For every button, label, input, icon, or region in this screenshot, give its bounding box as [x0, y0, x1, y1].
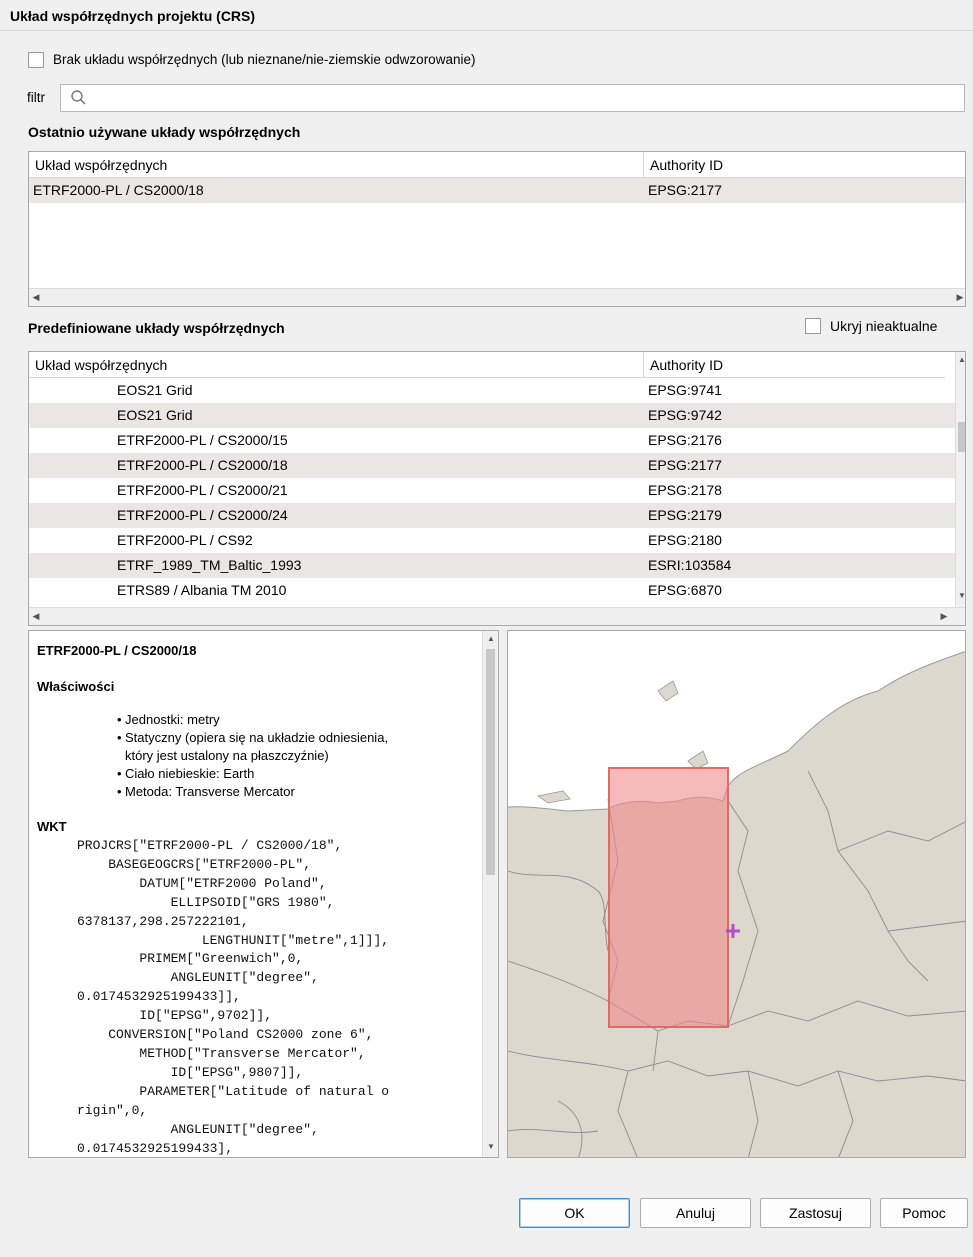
table-row[interactable]: ETRF2000-PL / CS92 EPSG:2180	[29, 528, 955, 553]
table-row[interactable]: ETRF2000-PL / CS2000/18 EPSG:2177	[29, 453, 955, 478]
predefined-crs-table: Układ współrzędnych Authority ID EOS21 G…	[28, 351, 966, 626]
crs-info-panel: ETRF2000-PL / CS2000/18 Właściwości Jedn…	[28, 630, 499, 1158]
dialog-title: Układ współrzędnych projektu (CRS)	[10, 8, 256, 24]
property-item: Statyczny (opiera się na układzie odnies…	[117, 729, 388, 765]
horizontal-scrollbar[interactable]: ◀ ▶	[29, 607, 965, 625]
crs-name: ETRF2000-PL / CS2000/21	[117, 482, 288, 498]
crs-name: ETRF2000-PL / CS92	[117, 532, 253, 548]
property-item: Metoda: Transverse Mercator	[117, 783, 388, 801]
scroll-right-icon[interactable]: ▶	[953, 289, 965, 305]
crs-name: ETRS89 / Albania TM 2010	[117, 582, 287, 598]
search-icon	[71, 90, 86, 105]
authority-id: EPSG:9741	[648, 382, 722, 398]
authority-id: EPSG:2176	[648, 432, 722, 448]
help-button[interactable]: Pomoc	[880, 1198, 968, 1228]
scroll-left-icon[interactable]: ◀	[29, 608, 43, 624]
horizontal-scrollbar[interactable]: ◀ ▶	[29, 288, 965, 306]
filter-label: filtr	[27, 90, 45, 105]
selected-crs-title: ETRF2000-PL / CS2000/18	[37, 643, 197, 658]
table-row[interactable]: EOS21 Grid EPSG:9742	[29, 403, 955, 428]
table-header: Układ współrzędnych Authority ID	[29, 152, 965, 178]
table-row[interactable]: EOS21 Grid EPSG:9741	[29, 378, 955, 403]
properties-heading: Właściwości	[37, 679, 115, 694]
scroll-thumb[interactable]	[958, 422, 965, 452]
vertical-scrollbar[interactable]: ▲ ▼	[482, 631, 498, 1157]
table-row[interactable]: ETRS89 / Albania TM 2010 EPSG:6870	[29, 578, 955, 603]
property-item: Jednostki: metry	[117, 711, 388, 729]
ok-button[interactable]: OK	[519, 1198, 630, 1228]
column-header-authority-id[interactable]: Authority ID	[643, 152, 965, 178]
recent-crs-table: Układ współrzędnych Authority ID ETRF200…	[28, 151, 966, 307]
property-item: Ciało niebieskie: Earth	[117, 765, 388, 783]
authority-id: EPSG:9742	[648, 407, 722, 423]
hide-deprecated-checkbox[interactable]	[805, 318, 821, 334]
crs-name: EOS21 Grid	[117, 382, 193, 398]
map-canvas	[508, 631, 965, 1157]
crs-name: EOS21 Grid	[117, 407, 193, 423]
scroll-up-icon[interactable]: ▲	[955, 352, 965, 368]
column-header-crs[interactable]: Układ współrzędnych	[29, 152, 643, 178]
no-crs-checkbox[interactable]	[28, 52, 44, 68]
predefined-crs-heading: Predefiniowane układy współrzędnych	[28, 320, 285, 336]
authority-id: ESRI:103584	[648, 557, 732, 573]
crs-name: ETRF2000-PL / CS2000/18	[117, 457, 288, 473]
scroll-down-icon[interactable]: ▼	[484, 1139, 498, 1155]
scroll-down-icon[interactable]: ▼	[955, 588, 965, 604]
authority-id: EPSG:6870	[648, 582, 722, 598]
crs-name: ETRF2000-PL / CS2000/18	[33, 182, 204, 198]
authority-id: EPSG:2179	[648, 507, 722, 523]
crs-name: ETRF2000-PL / CS2000/15	[117, 432, 288, 448]
wkt-text: PROJCRS["ETRF2000-PL / CS2000/18", BASEG…	[77, 838, 390, 1156]
authority-id: EPSG:2177	[648, 182, 722, 198]
authority-id: EPSG:2177	[648, 457, 722, 473]
crs-extent-map[interactable]	[507, 630, 966, 1158]
filter-input[interactable]	[60, 84, 965, 112]
table-row[interactable]: ETRF2000-PL / CS2000/15 EPSG:2176	[29, 428, 955, 453]
hide-deprecated-label: Ukryj nieaktualne	[830, 318, 938, 334]
authority-id: EPSG:2180	[648, 532, 722, 548]
scroll-up-icon[interactable]: ▲	[484, 631, 498, 647]
table-header: Układ współrzędnych Authority ID	[29, 352, 945, 378]
crs-extent-rectangle	[608, 767, 729, 1028]
table-row[interactable]: ETRF_1989_TM_Baltic_1993 ESRI:103584	[29, 553, 955, 578]
scroll-left-icon[interactable]: ◀	[29, 289, 43, 305]
apply-button[interactable]: Zastosuj	[760, 1198, 871, 1228]
wkt-heading: WKT	[37, 819, 67, 834]
crs-name: ETRF_1989_TM_Baltic_1993	[117, 557, 302, 573]
authority-id: EPSG:2178	[648, 482, 722, 498]
scroll-thumb[interactable]	[486, 649, 495, 875]
table-row[interactable]: ETRF2000-PL / CS2000/21 EPSG:2178	[29, 478, 955, 503]
table-row[interactable]: ETRF2000-PL / CS2000/24 EPSG:2179	[29, 503, 955, 528]
recent-crs-heading: Ostatnio używane układy współrzędnych	[28, 124, 301, 140]
crs-name: ETRF2000-PL / CS2000/24	[117, 507, 288, 523]
cancel-button[interactable]: Anuluj	[640, 1198, 751, 1228]
properties-list: Jednostki: metry Statyczny (opiera się n…	[117, 711, 388, 801]
table-row[interactable]: ETRF2000-PL / CS2000/18 EPSG:2177	[29, 178, 965, 203]
column-header-crs[interactable]: Układ współrzędnych	[29, 352, 643, 378]
country-borders	[508, 770, 965, 1157]
no-crs-label: Brak układu współrzędnych (lub nieznane/…	[53, 52, 476, 67]
column-header-authority-id[interactable]: Authority ID	[643, 352, 947, 378]
scroll-right-icon[interactable]: ▶	[937, 608, 951, 624]
title-divider	[0, 30, 973, 31]
vertical-scrollbar[interactable]: ▲ ▼	[955, 352, 965, 607]
